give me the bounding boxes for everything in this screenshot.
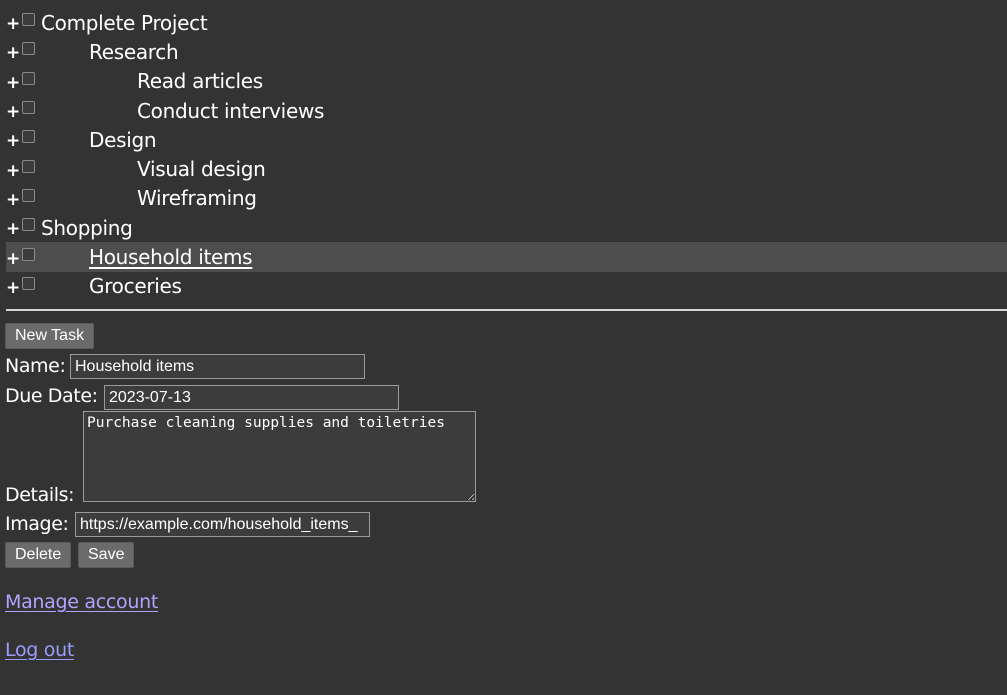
tree-row[interactable]: + Design <box>6 125 1007 154</box>
image-label: Image: <box>5 513 69 535</box>
tree-row[interactable]: + Conduct interviews <box>6 96 1007 125</box>
task-checkbox[interactable] <box>22 42 35 56</box>
manage-account-link[interactable]: Manage account <box>5 591 158 613</box>
expand-toggle-icon[interactable]: + <box>6 279 20 297</box>
expand-toggle-icon[interactable]: + <box>6 45 20 62</box>
due-date-input[interactable] <box>104 385 399 410</box>
task-label[interactable]: Visual design <box>41 157 266 181</box>
task-label[interactable]: Read articles <box>41 69 263 93</box>
tree-row[interactable]: + Shopping <box>6 213 1007 242</box>
expand-toggle-icon[interactable]: + <box>6 104 20 121</box>
task-checkbox[interactable] <box>22 218 35 232</box>
task-checkbox[interactable] <box>22 101 35 115</box>
details-label: Details: <box>5 484 75 506</box>
tree-row[interactable]: + Complete Project <box>6 8 1007 37</box>
task-label[interactable]: Complete Project <box>41 11 208 35</box>
tree-row[interactable]: + Research <box>6 37 1007 66</box>
task-label[interactable]: Groceries <box>41 274 182 298</box>
tree-row[interactable]: + Household items <box>6 242 1007 272</box>
details-textarea[interactable]: Purchase cleaning supplies and toiletrie… <box>83 411 476 502</box>
due-date-label: Due Date: <box>5 385 98 407</box>
new-task-button[interactable]: New Task <box>5 323 95 349</box>
task-label[interactable]: Wireframing <box>41 186 257 210</box>
divider <box>6 309 1007 311</box>
task-checkbox[interactable] <box>22 247 35 261</box>
task-checkbox[interactable] <box>22 276 35 290</box>
delete-button[interactable]: Delete <box>5 542 72 568</box>
task-checkbox[interactable] <box>22 130 35 144</box>
tree-row[interactable]: + Read articles <box>6 67 1007 96</box>
expand-toggle-icon[interactable]: + <box>6 133 20 150</box>
task-checkbox[interactable] <box>22 71 35 85</box>
expand-toggle-icon[interactable]: + <box>6 191 20 209</box>
task-label[interactable]: Research <box>41 40 179 64</box>
expand-toggle-icon[interactable]: + <box>6 16 20 33</box>
expand-toggle-icon[interactable]: + <box>6 250 20 268</box>
log-out-link[interactable]: Log out <box>5 639 74 661</box>
image-url-input[interactable] <box>75 512 370 537</box>
task-checkbox[interactable] <box>22 159 35 173</box>
task-checkbox[interactable] <box>22 188 35 202</box>
task-tree: + Complete Project + Research + Read articles… <box>6 8 1007 301</box>
save-button[interactable]: Save <box>78 542 135 568</box>
expand-toggle-icon[interactable]: + <box>6 162 20 180</box>
name-input[interactable] <box>70 354 365 379</box>
task-checkbox[interactable] <box>22 13 35 27</box>
name-label: Name: <box>5 355 66 377</box>
task-label[interactable]: Shopping <box>41 216 133 240</box>
expand-toggle-icon[interactable]: + <box>6 74 20 92</box>
tree-row[interactable]: + Groceries <box>6 272 1007 301</box>
tree-row[interactable]: + Visual design <box>6 154 1007 183</box>
task-app: + Complete Project + Research + Read articles… <box>0 0 1007 695</box>
task-label[interactable]: Household items <box>41 245 253 269</box>
tree-row[interactable]: + Wireframing <box>6 184 1007 213</box>
task-label[interactable]: Design <box>41 128 157 152</box>
task-label[interactable]: Conduct interviews <box>41 99 324 123</box>
expand-toggle-icon[interactable]: + <box>6 221 20 238</box>
